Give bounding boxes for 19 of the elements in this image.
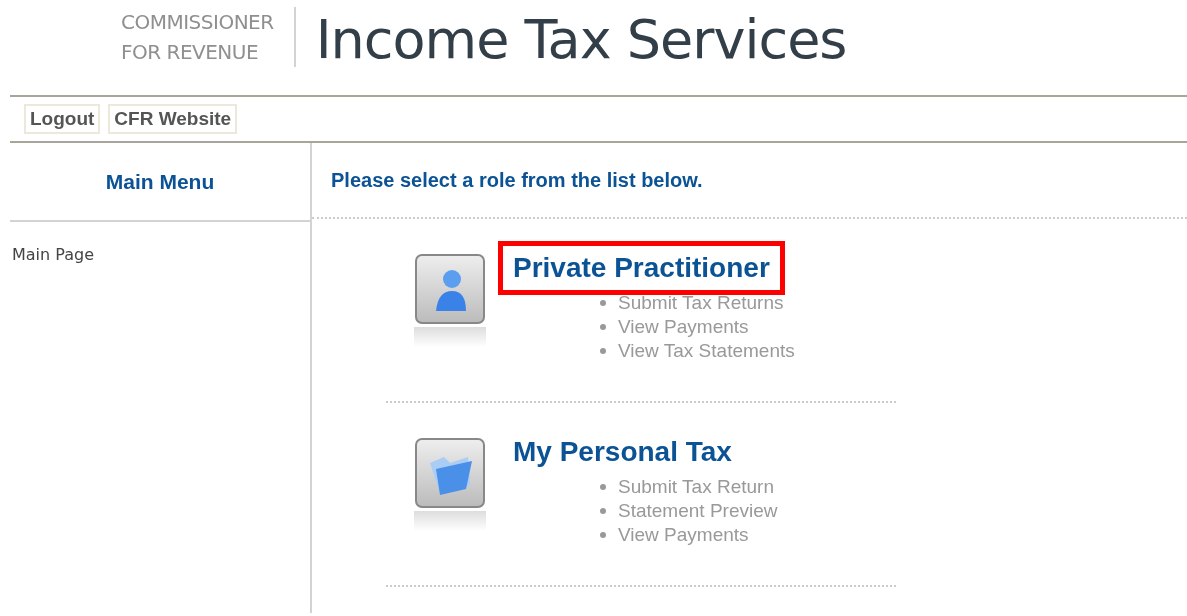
role-option-link[interactable]: View Payments (618, 315, 749, 339)
nav-link[interactable]: CFR Website (108, 104, 238, 134)
bullet-icon (600, 508, 606, 514)
brand-text: FOR REVENUE (121, 39, 260, 66)
bullet-icon (600, 348, 606, 354)
role-option-link[interactable]: View Payments (618, 523, 749, 547)
role-option-link[interactable]: Statement Preview (618, 499, 778, 523)
bullet-icon (600, 532, 606, 538)
brand-text: COMMISSIONER (121, 9, 274, 36)
bullet-icon (600, 324, 606, 330)
bullet-icon (600, 300, 606, 306)
menu-title: Main Menu (105, 169, 215, 194)
sidebar-item[interactable]: Main Page (10, 222, 310, 287)
role-link[interactable]: Private Practitioner (498, 241, 785, 295)
nav-link[interactable]: Logout (24, 104, 101, 134)
instruction-heading: Please select a role from the list below. (331, 168, 703, 192)
bullet-icon (600, 484, 606, 490)
page-title: Income Tax Services (315, 7, 847, 73)
role-option-link[interactable]: View Tax Statements (618, 339, 795, 363)
